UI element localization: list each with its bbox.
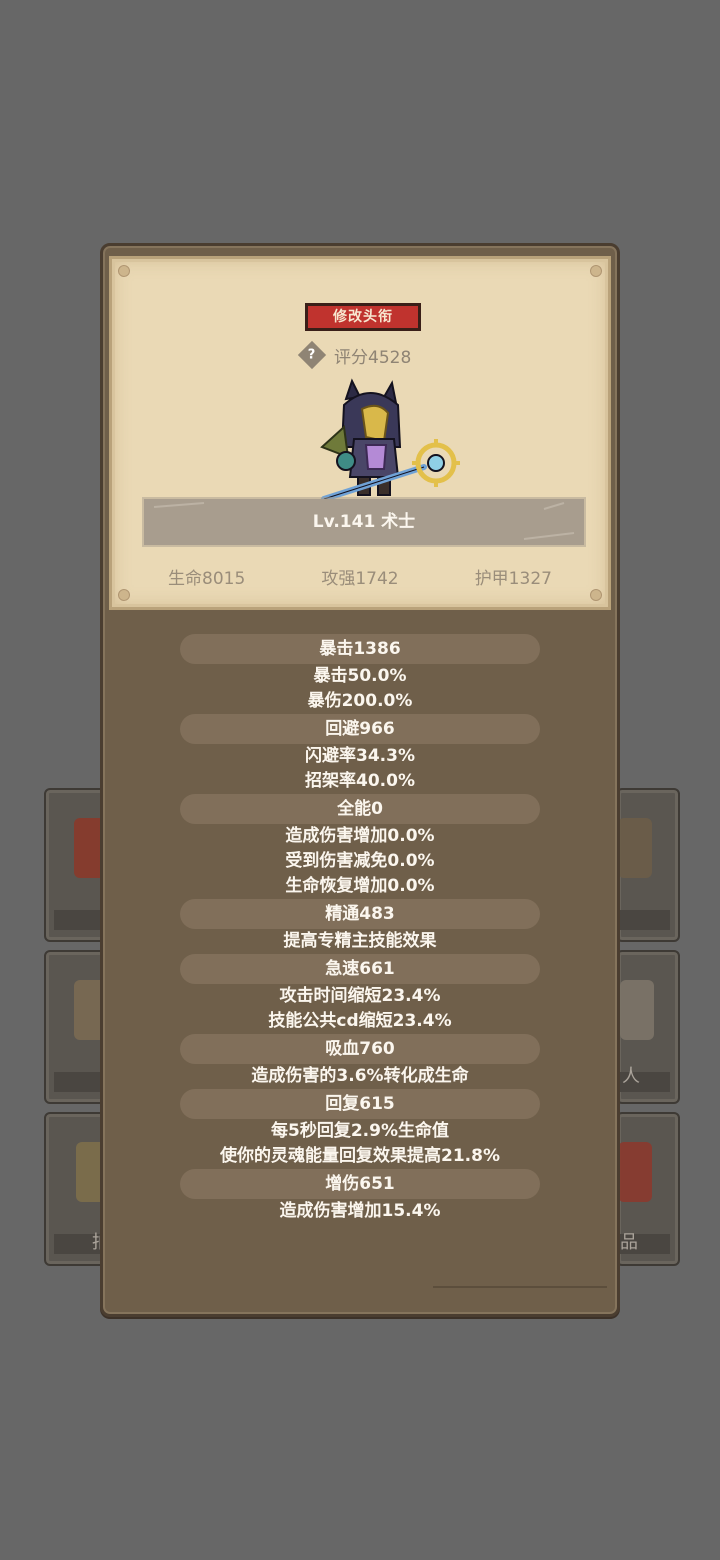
attribute-detail: 生命恢复增加0.0% <box>285 876 435 896</box>
attribute-detail: 攻击时间缩短23.4% <box>279 986 441 1006</box>
panel-rivet <box>118 265 130 277</box>
score-value: 评分4528 <box>334 347 412 368</box>
attribute-name: 精通483 <box>325 904 395 924</box>
attribute-detail: 造成伤害的3.6%转化成生命 <box>251 1066 469 1086</box>
attribute-header-regen: 回复615 <box>180 1089 540 1119</box>
modal-footer-line <box>433 1286 607 1288</box>
card-label-strip <box>618 910 670 930</box>
panel-rivet <box>118 589 130 601</box>
stat-hp: 生命8015 <box>168 569 246 589</box>
attribute-detail: 暴伤200.0% <box>307 691 413 711</box>
equipment-icon <box>618 818 652 878</box>
attribute-detail: 造成伤害增加15.4% <box>279 1201 441 1221</box>
score-row: ? 评分4528 <box>297 340 412 370</box>
level-class-banner: Lv.141 术士 <box>144 499 584 545</box>
attribute-name: 急速661 <box>325 959 395 979</box>
base-stats-row: 生命8015 攻强1742 护甲1327 <box>112 564 608 589</box>
background-card <box>44 788 108 942</box>
level-class-text: Lv.141 术士 <box>312 512 416 532</box>
background-card: 人 <box>616 950 680 1104</box>
attribute-detail: 每5秒回复2.9%生命值 <box>271 1121 449 1141</box>
attribute-list: 暴击1386 暴击50.0% 暴伤200.0% 回避966 闪避率34.3% 招… <box>103 634 617 1224</box>
stat-armor: 护甲1327 <box>474 569 552 589</box>
card-label-strip <box>54 910 106 930</box>
attribute-header-damage-bonus: 增伤651 <box>180 1169 540 1199</box>
character-attributes-modal: 修改头衔 ? 评分4528 Lv.141 术士 生命8015 攻强1742 护甲… <box>100 243 620 1317</box>
background-card: 品 <box>616 1112 680 1266</box>
attribute-name: 暴击1386 <box>319 639 401 659</box>
card-label: 人 <box>622 1066 640 1087</box>
profile-panel: 修改头衔 ? 评分4528 Lv.141 术士 生命8015 攻强1742 护甲… <box>109 256 611 610</box>
attribute-name: 增伤651 <box>325 1174 395 1194</box>
attribute-name: 回复615 <box>325 1094 395 1114</box>
help-icon[interactable]: ? <box>297 340 327 370</box>
card-label-strip <box>54 1072 106 1092</box>
attribute-detail: 闪避率34.3% <box>305 746 415 766</box>
warlock-character-sprite <box>320 378 460 502</box>
edit-title-button[interactable]: 修改头衔 <box>305 303 421 331</box>
attribute-detail: 技能公共cd缩短23.4% <box>268 1011 452 1031</box>
equipment-icon <box>620 980 654 1040</box>
attribute-name: 回避966 <box>325 719 395 739</box>
attribute-detail: 暴击50.0% <box>313 666 407 686</box>
panel-rivet <box>590 589 602 601</box>
attribute-header-avoidance: 回避966 <box>180 714 540 744</box>
background-card: 拍 <box>44 1112 110 1266</box>
attribute-detail: 受到伤害减免0.0% <box>285 851 435 871</box>
background-card <box>616 788 680 942</box>
attribute-header-mastery: 精通483 <box>180 899 540 929</box>
attribute-header-lifesteal: 吸血760 <box>180 1034 540 1064</box>
attribute-header-haste: 急速661 <box>180 954 540 984</box>
attribute-name: 全能0 <box>337 799 383 819</box>
attribute-detail: 使你的灵魂能量回复效果提高21.8% <box>220 1146 500 1166</box>
attribute-detail: 提高专精主技能效果 <box>283 931 437 951</box>
attribute-header-crit: 暴击1386 <box>180 634 540 664</box>
panel-rivet <box>590 265 602 277</box>
attribute-header-versatility: 全能0 <box>180 794 540 824</box>
attribute-detail: 造成伤害增加0.0% <box>285 826 435 846</box>
card-label: 品 <box>620 1232 638 1253</box>
stat-attack: 攻强1742 <box>321 569 399 589</box>
help-glyph: ? <box>308 347 316 363</box>
equipment-icon <box>618 1142 652 1202</box>
background-card <box>44 950 108 1104</box>
attribute-detail: 招架率40.0% <box>305 771 415 791</box>
attribute-name: 吸血760 <box>325 1039 395 1059</box>
